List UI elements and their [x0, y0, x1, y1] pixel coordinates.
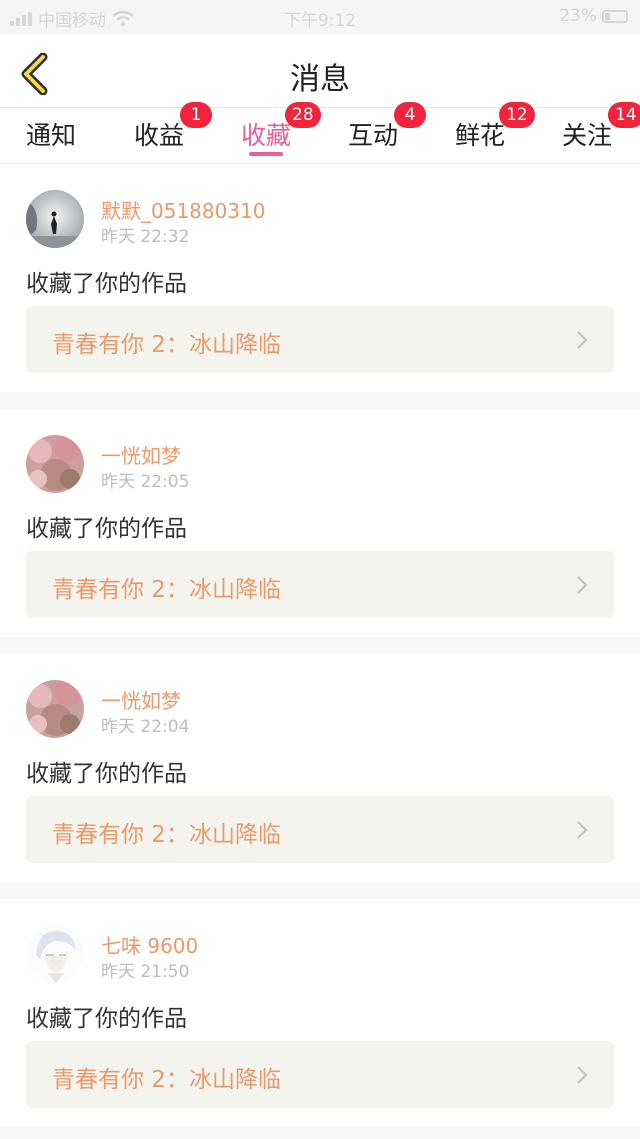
- tab-flowers[interactable]: 鲜花 12: [451, 102, 535, 164]
- unread-badge: 14: [608, 102, 640, 128]
- action-text: 收藏了你的作品: [26, 1006, 187, 1032]
- nav-bar: 消息: [0, 34, 640, 108]
- work-title: 青春有你 2：冰山降临: [52, 1067, 281, 1093]
- username[interactable]: 一恍如梦: [101, 685, 181, 714]
- status-bar: 中国移动 下午9:12 23%: [0, 0, 640, 34]
- tab-notifications[interactable]: 通知: [22, 108, 80, 164]
- avatar[interactable]: [26, 435, 84, 493]
- page-title: 消息: [290, 62, 350, 97]
- work-link[interactable]: 青春有你 2：冰山降临: [26, 796, 614, 863]
- tab-following[interactable]: 关注 14: [558, 102, 640, 164]
- battery-icon: [602, 9, 628, 23]
- active-tab-indicator: [249, 152, 283, 156]
- chevron-right-icon: [577, 576, 588, 594]
- tab-label: 通知: [25, 121, 76, 150]
- list-item: 一恍如梦 昨天 22:04 收藏了你的作品 青春有你 2：冰山降临: [0, 654, 640, 882]
- avatar[interactable]: [26, 190, 84, 248]
- chevron-right-icon: [577, 331, 588, 349]
- list-item: 默默_051880310 昨天 22:32 收藏了你的作品 青春有你 2：冰山降…: [0, 164, 640, 392]
- unread-badge: 28: [285, 102, 321, 128]
- avatar-image: [26, 925, 84, 983]
- username[interactable]: 七味 9600: [101, 930, 198, 959]
- status-time: 下午9:12: [283, 11, 357, 31]
- timestamp: 昨天 22:05: [101, 472, 190, 492]
- work-link[interactable]: 青春有你 2：冰山降临: [26, 306, 614, 373]
- tab-interactions[interactable]: 互动 4: [344, 102, 426, 164]
- battery-percent: 23%: [559, 6, 597, 26]
- tab-favorites[interactable]: 收藏 28: [237, 102, 321, 164]
- battery-indicator: 23%: [559, 6, 628, 26]
- timestamp: 昨天 21:50: [101, 962, 190, 982]
- avatar[interactable]: [26, 925, 84, 983]
- tab-bar: 通知 收益 1 收藏 28 互动 4 鲜花 12 关注 14: [0, 102, 640, 164]
- chevron-right-icon: [577, 821, 588, 839]
- work-title: 青春有你 2：冰山降临: [52, 577, 281, 603]
- avatar[interactable]: [26, 680, 84, 738]
- action-text: 收藏了你的作品: [26, 516, 187, 542]
- username[interactable]: 默默_051880310: [101, 195, 266, 224]
- unread-badge: 1: [180, 102, 212, 128]
- tab-earnings[interactable]: 收益 1: [130, 102, 212, 164]
- timestamp: 昨天 22:04: [101, 717, 190, 737]
- action-text: 收藏了你的作品: [26, 271, 187, 297]
- work-title: 青春有你 2：冰山降临: [52, 822, 281, 848]
- work-title: 青春有你 2：冰山降临: [52, 332, 281, 358]
- username[interactable]: 一恍如梦: [101, 440, 181, 469]
- list-item: 一恍如梦 昨天 22:05 收藏了你的作品 青春有你 2：冰山降临: [0, 409, 640, 637]
- work-link[interactable]: 青春有你 2：冰山降临: [26, 551, 614, 618]
- work-link[interactable]: 青春有你 2：冰山降临: [26, 1041, 614, 1108]
- action-text: 收藏了你的作品: [26, 761, 187, 787]
- list-item: 七味 9600 昨天 21:50 收藏了你的作品 青春有你 2：冰山降临: [0, 899, 640, 1127]
- timestamp: 昨天 22:32: [101, 227, 190, 247]
- unread-badge: 4: [394, 102, 426, 128]
- unread-badge: 12: [499, 102, 535, 128]
- avatar-image: [26, 680, 84, 738]
- chevron-right-icon: [577, 1066, 588, 1084]
- avatar-image: [26, 435, 84, 493]
- favorites-list: 默默_051880310 昨天 22:32 收藏了你的作品 青春有你 2：冰山降…: [0, 164, 640, 1127]
- avatar-image: [26, 190, 84, 248]
